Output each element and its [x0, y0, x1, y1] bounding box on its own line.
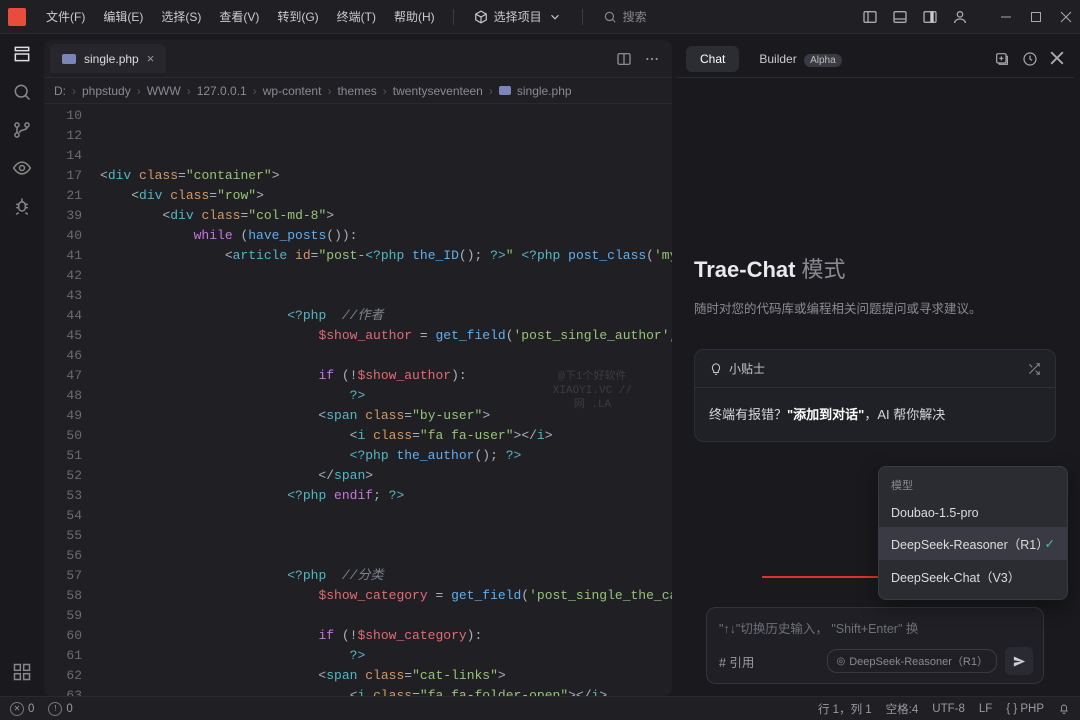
layout-left-icon[interactable] [862, 9, 878, 25]
split-editor-icon[interactable] [616, 51, 632, 67]
bell-icon[interactable] [1058, 703, 1070, 715]
bug-icon[interactable] [12, 196, 32, 216]
window-maximize-icon[interactable] [1030, 11, 1042, 23]
alpha-badge: Alpha [804, 54, 842, 67]
history-icon[interactable] [1022, 51, 1038, 67]
model-option[interactable]: Doubao-1.5-pro [879, 499, 1067, 527]
model-selector-popup: 模型 Doubao-1.5-pro DeepSeek-Reasoner（R1） … [878, 466, 1068, 600]
code-editor[interactable]: 1012141721394041424344454647484950515253… [44, 104, 672, 696]
separator [582, 9, 583, 25]
warning-count-icon[interactable]: ! [48, 702, 62, 716]
layout-right-icon[interactable] [922, 9, 938, 25]
menu-file[interactable]: 文件(F) [38, 4, 93, 29]
chat-reference-label[interactable]: # 引用 [719, 652, 754, 671]
crumb[interactable]: WWW [147, 84, 181, 98]
menu-help[interactable]: 帮助(H) [386, 4, 443, 29]
project-selector[interactable]: 选择项目 [464, 4, 572, 29]
php-file-icon [62, 54, 76, 64]
error-count[interactable]: 0 [28, 703, 34, 715]
tab-label: single.php [84, 52, 139, 66]
menu-terminal[interactable]: 终端(T) [329, 4, 384, 29]
tab-chat[interactable]: Chat [686, 46, 739, 72]
crumb[interactable]: 127.0.0.1 [197, 84, 247, 98]
language-mode[interactable]: { } PHP [1006, 703, 1044, 715]
menu-view[interactable]: 查看(V) [211, 4, 267, 29]
cursor-position[interactable]: 行 1，列 1 [818, 701, 872, 717]
layout-bottom-icon[interactable] [892, 9, 908, 25]
menu-goto[interactable]: 转到(G) [269, 4, 326, 29]
breadcrumbs[interactable]: D:› phpstudy› WWW› 127.0.0.1› wp-content… [44, 78, 672, 104]
model-chip[interactable]: ◎ DeepSeek-Reasoner（R1） [827, 649, 997, 673]
cube-icon [474, 10, 488, 24]
chat-title: Trae-Chat模式 [694, 252, 1056, 284]
tips-card: 小贴士 终端有报错？"添加到对话"，AI 帮你解决 [694, 349, 1056, 442]
tips-body: 终端有报错？"添加到对话"，AI 帮你解决 [695, 388, 1055, 441]
chat-tabs: Chat Builder Alpha [676, 40, 1074, 78]
send-button[interactable] [1005, 647, 1033, 675]
code-area[interactable]: @下1个好软件XIAOYI.VC //网 .LA <div class="con… [92, 104, 672, 696]
crumb[interactable]: wp-content [263, 84, 322, 98]
line-gutter: 1012141721394041424344454647484950515253… [44, 104, 92, 696]
apps-icon[interactable] [12, 662, 32, 682]
editor-panel: single.php × D:› phpstudy› WWW› 127.0.0.… [44, 40, 672, 696]
explorer-icon[interactable] [12, 44, 32, 64]
chat-input-hint: "↑↓"切换历史输入， "Shift+Enter" 换 [707, 608, 1043, 641]
tips-title: 小贴士 [729, 360, 765, 377]
tab-builder-label: Builder [759, 52, 796, 66]
model-option-label: DeepSeek-Reasoner（R1） [891, 534, 1045, 553]
app-logo [8, 8, 26, 26]
crumb[interactable]: twentyseventeen [393, 84, 483, 98]
error-count-icon[interactable]: ✕ [10, 702, 24, 716]
chat-subtitle: 随时对您的代码库或编程相关问题提问或寻求建议。 [694, 298, 1056, 317]
tab-builder[interactable]: Builder Alpha [745, 46, 855, 72]
warning-count[interactable]: 0 [66, 703, 72, 715]
separator [453, 9, 454, 25]
eol-info[interactable]: LF [979, 703, 992, 715]
crumb[interactable]: phpstudy [82, 84, 131, 98]
editor-tabs: single.php × [44, 40, 672, 78]
search-icon[interactable] [12, 82, 32, 102]
search-placeholder: 搜索 [623, 8, 647, 25]
command-search[interactable]: 搜索 [593, 4, 860, 29]
search-icon [603, 10, 617, 24]
php-file-icon [499, 86, 511, 95]
check-icon: ✓ [1045, 536, 1055, 551]
more-icon[interactable] [644, 51, 660, 67]
titlebar-layout-icons [862, 9, 1072, 25]
send-icon [1012, 654, 1027, 669]
menu-edit[interactable]: 编辑(E) [95, 4, 151, 29]
crumb[interactable]: single.php [517, 84, 572, 98]
close-icon[interactable]: × [147, 51, 155, 66]
chevron-down-icon [548, 10, 562, 24]
window-close-icon[interactable] [1060, 11, 1072, 23]
menu-select[interactable]: 选择(S) [153, 4, 209, 29]
tab-single-php[interactable]: single.php × [50, 44, 166, 73]
encoding-info[interactable]: UTF-8 [932, 703, 965, 715]
chat-body: Trae-Chat模式 随时对您的代码库或编程相关问题提问或寻求建议。 小贴士 … [676, 78, 1074, 696]
status-bar: ✕ 0 ! 0 行 1，列 1 空格:4 UTF-8 LF { } PHP [0, 696, 1080, 720]
project-label: 选择项目 [494, 8, 542, 25]
indent-info[interactable]: 空格:4 [886, 701, 919, 717]
model-option[interactable]: DeepSeek-Reasoner（R1） ✓ [879, 527, 1067, 560]
git-branch-icon[interactable] [12, 120, 32, 140]
account-icon[interactable] [952, 9, 968, 25]
crumb[interactable]: themes [337, 84, 376, 98]
model-chip-label: DeepSeek-Reasoner（R1） [849, 653, 988, 669]
lightbulb-icon [709, 362, 723, 376]
close-icon[interactable] [1050, 51, 1064, 65]
model-option[interactable]: DeepSeek-Chat（V3） [879, 560, 1067, 593]
model-popup-title: 模型 [879, 475, 1067, 499]
activity-bar [0, 34, 44, 696]
eye-icon[interactable] [12, 158, 32, 178]
shuffle-icon[interactable] [1027, 362, 1041, 376]
chat-panel: Chat Builder Alpha Trae-Chat模式 随时对您的代码库或… [676, 40, 1074, 696]
new-chat-icon[interactable] [994, 51, 1010, 67]
crumb[interactable]: D: [54, 84, 66, 98]
chat-input[interactable]: "↑↓"切换历史输入， "Shift+Enter" 换 # 引用 ◎ DeepS… [706, 607, 1044, 684]
menubar: 文件(F) 编辑(E) 选择(S) 查看(V) 转到(G) 终端(T) 帮助(H… [0, 0, 1080, 34]
window-minimize-icon[interactable] [1000, 11, 1012, 23]
